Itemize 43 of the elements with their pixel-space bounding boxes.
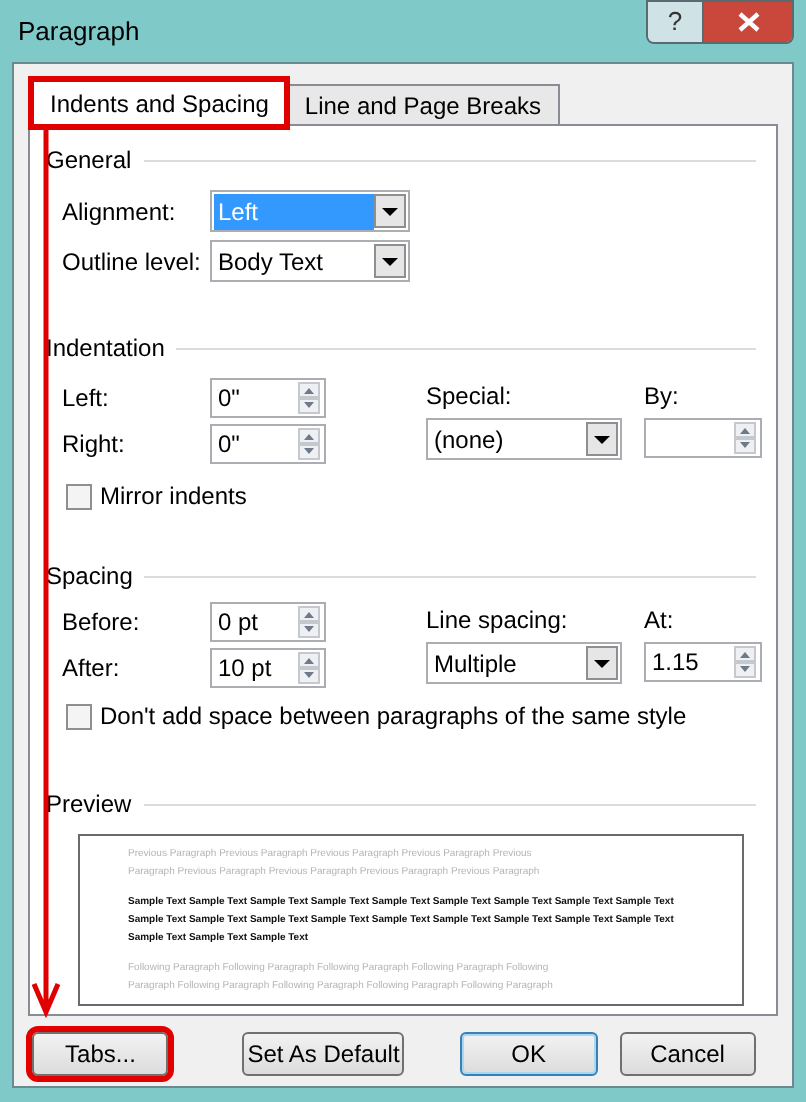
tab[interactable]: Line and Page Breaks <box>286 84 560 124</box>
field-label: Outline level: <box>62 245 203 279</box>
field-label: Don't add space between paragraphs of the same style <box>100 700 687 734</box>
field-label: Before: <box>62 606 142 640</box>
spin-arrows-icon <box>298 382 320 414</box>
dialog-button[interactable]: Set As Default <box>242 1032 405 1076</box>
field-label: Line spacing: <box>426 604 570 638</box>
field-label: After: <box>62 652 122 686</box>
checkbox[interactable] <box>66 703 92 729</box>
window-title: Paragraph <box>18 13 142 50</box>
spin-field[interactable] <box>644 418 762 458</box>
spin-field[interactable]: 0 pt <box>210 602 326 642</box>
dropdown[interactable]: (none) <box>426 418 622 460</box>
dropdown[interactable]: Body Text <box>210 240 410 282</box>
close-icon <box>737 12 759 32</box>
close-button[interactable] <box>704 2 792 42</box>
spin-field[interactable]: 0" <box>210 378 326 418</box>
field-label: By: <box>644 380 681 414</box>
spin-field[interactable]: 10 pt <box>210 648 326 688</box>
field-label: At: <box>644 604 676 638</box>
field-label: Special: <box>426 380 514 414</box>
field-label: Alignment: <box>62 195 178 229</box>
tab[interactable]: Indents and Spacing <box>32 80 287 126</box>
section-heading: Indentation <box>46 332 165 366</box>
field-label: Left: <box>62 382 111 416</box>
checkbox[interactable] <box>66 483 92 509</box>
help-button[interactable]: ? <box>648 2 704 42</box>
dialog-button[interactable]: Tabs... <box>32 1032 169 1076</box>
section-heading: General <box>46 144 132 178</box>
dialog-button[interactable]: OK <box>460 1032 598 1076</box>
dropdown[interactable]: Multiple <box>426 642 622 684</box>
section-heading: Preview <box>46 788 132 822</box>
section-heading: Spacing <box>46 560 133 594</box>
dialog-button[interactable]: Cancel <box>619 1032 756 1076</box>
spin-arrows-icon <box>298 428 320 460</box>
spin-arrows-icon <box>298 652 320 684</box>
field-label: Right: <box>62 428 127 462</box>
spin-arrows-icon <box>298 606 320 638</box>
spin-arrows-icon <box>734 422 756 454</box>
spin-arrows-icon <box>734 646 756 678</box>
field-label: Mirror indents <box>100 480 247 514</box>
spin-field[interactable]: 1.15 <box>644 642 762 682</box>
spin-field[interactable]: 0" <box>210 424 326 464</box>
